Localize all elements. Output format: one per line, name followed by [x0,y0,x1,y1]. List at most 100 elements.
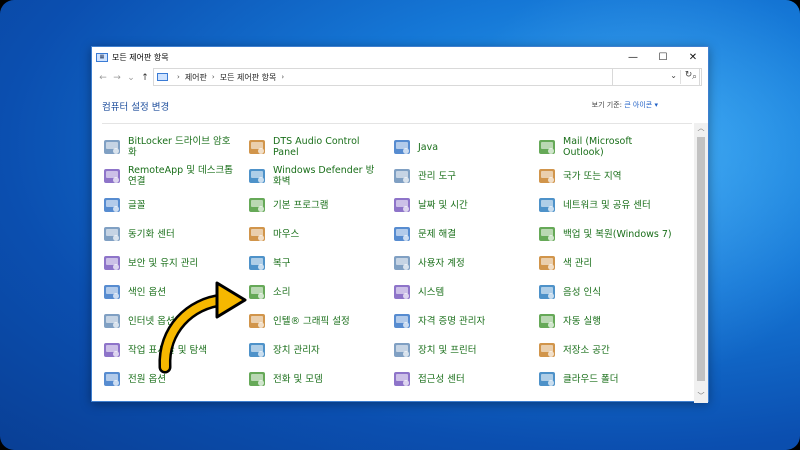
credential-icon [392,311,412,331]
breadcrumb-control-panel[interactable]: 제어판 [185,72,207,83]
control-panel-item[interactable]: 전화 및 모뎀 [247,366,383,392]
indexing-icon [102,282,122,302]
control-panel-item[interactable]: Java [392,134,528,160]
control-panel-item[interactable]: 저장소 공간 [537,337,673,363]
control-panel-item[interactable]: 인텔® 그래픽 설정 [247,308,383,334]
control-panel-item[interactable]: 자동 실행 [537,308,673,334]
maximize-button[interactable]: ☐ [648,47,678,67]
control-panel-item-label: 장치 관리자 [273,344,320,356]
control-panel-item[interactable]: Windows Defender 방화벽 [247,163,383,189]
troubleshoot-icon [392,224,412,244]
control-panel-item-label: 백업 및 복원(Windows 7) [563,228,672,240]
control-panel-item-label: 저장소 공간 [563,344,610,356]
control-panel-item[interactable]: 소리 [247,279,383,305]
color-management-icon [537,253,557,273]
default-programs-icon [247,195,267,215]
firewall-icon [247,166,267,186]
annotation-arrow-icon [158,281,247,374]
control-panel-item[interactable]: Mail (Microsoft Outlook) [537,134,673,160]
backup-icon [537,224,557,244]
scroll-up-icon[interactable]: ︿ [694,123,708,135]
mouse-icon [247,224,267,244]
control-panel-item[interactable]: 색 관리 [537,250,673,276]
bitlocker-icon [102,137,122,157]
control-panel-item[interactable]: 국가 또는 지역 [537,163,673,189]
chevron-right-icon[interactable]: › [281,73,284,81]
intel-graphics-icon [247,311,267,331]
window-title: 모든 제어판 항목 [112,52,169,62]
content-header: 컴퓨터 설정 변경 보기 기준: 큰 아이콘 ▾ [102,99,698,113]
view-by-dropdown[interactable]: 큰 아이콘 [624,101,652,109]
control-panel-item[interactable]: 기본 프로그램 [247,192,383,218]
minimize-button[interactable]: — [618,47,648,67]
chevron-right-icon[interactable]: › [212,73,215,81]
view-by: 보기 기준: 큰 아이콘 ▾ [592,100,658,110]
control-panel-item-label: 사용자 계정 [418,257,465,269]
control-panel-item[interactable]: 사용자 계정 [392,250,528,276]
control-panel-item[interactable]: 네트워크 및 공유 센터 [537,192,673,218]
storage-spaces-icon [537,340,557,360]
recent-dropdown-icon[interactable]: ⌄ [124,73,138,83]
control-panel-item[interactable]: 보안 및 유지 관리 [102,250,238,276]
chevron-right-icon[interactable]: › [177,73,180,81]
forward-icon[interactable]: → [110,73,124,83]
back-icon[interactable]: ← [96,73,110,83]
close-button[interactable]: ✕ [678,47,708,67]
control-panel-item[interactable]: 날짜 및 시간 [392,192,528,218]
control-panel-item-label: 장치 및 프린터 [418,344,477,356]
autoplay-icon [537,311,557,331]
control-panel-item[interactable]: 장치 관리자 [247,337,383,363]
control-panel-item[interactable]: 마우스 [247,221,383,247]
control-panel-item-label: 접근성 센터 [418,373,465,385]
control-panel-item[interactable]: 장치 및 프린터 [392,337,528,363]
control-panel-item[interactable]: 동기화 센터 [102,221,238,247]
control-panel-item[interactable]: 클라우드 폴더 [537,366,673,392]
dts-audio-icon [247,137,267,157]
chevron-down-icon[interactable]: ▾ [654,101,658,109]
control-panel-item[interactable]: 시스템 [392,279,528,305]
control-panel-item-label: 관리 도구 [418,170,456,182]
control-panel-item-label: 네트워크 및 공유 센터 [563,199,651,211]
control-panel-item-label: 글꼴 [128,199,146,211]
control-panel-item[interactable]: DTS Audio Control Panel [247,134,383,160]
control-panel-item-label: RemoteApp 및 데스크톱 연결 [128,165,233,187]
control-panel-item-label: 전원 옵션 [128,373,166,385]
control-panel-item[interactable]: 문제 해결 [392,221,528,247]
control-panel-item-label: 전화 및 모뎀 [273,373,323,385]
sound-icon [247,282,267,302]
search-input[interactable]: ⌕ [612,68,702,86]
control-panel-item[interactable]: 접근성 센터 [392,366,528,392]
phone-modem-icon [247,369,267,389]
up-icon[interactable]: ↑ [138,73,152,83]
cloud-folder-icon [537,369,557,389]
control-panel-item[interactable]: RemoteApp 및 데스크톱 연결 [102,163,238,189]
taskbar-icon [102,340,122,360]
breadcrumb-all-items[interactable]: 모든 제어판 항목 [220,72,277,83]
title-bar[interactable]: ▦ 모든 제어판 항목 — ☐ ✕ [92,47,708,67]
control-panel-item[interactable]: 음성 인식 [537,279,673,305]
control-panel-item[interactable]: 자격 증명 관리자 [392,308,528,334]
scroll-down-icon[interactable]: ﹀ [694,391,708,401]
control-panel-item[interactable]: 글꼴 [102,192,238,218]
control-panel-item-label: 음성 인식 [563,286,601,298]
scroll-thumb[interactable] [697,137,705,381]
control-panel-item[interactable]: 관리 도구 [392,163,528,189]
region-icon [537,166,557,186]
header-divider [102,123,692,124]
control-panel-item[interactable]: 백업 및 복원(Windows 7) [537,221,673,247]
network-icon [537,195,557,215]
control-panel-item-label: 소리 [273,286,291,298]
control-panel-item-label: 보안 및 유지 관리 [128,257,199,269]
page-title: 컴퓨터 설정 변경 [102,102,170,113]
control-panel-item-label: 자동 실행 [563,315,601,327]
control-panel-item-label: 색 관리 [563,257,593,269]
control-panel-item[interactable]: 복구 [247,250,383,276]
ease-of-access-icon [392,369,412,389]
admin-tools-icon [392,166,412,186]
control-panel-item-label: 기본 프로그램 [273,199,329,211]
control-panel-item[interactable]: BitLocker 드라이브 암호화 [102,134,238,160]
vertical-scrollbar[interactable]: ︿ ﹀ [694,123,708,403]
devices-printers-icon [392,340,412,360]
user-accounts-icon [392,253,412,273]
address-control-panel-icon [157,73,168,81]
